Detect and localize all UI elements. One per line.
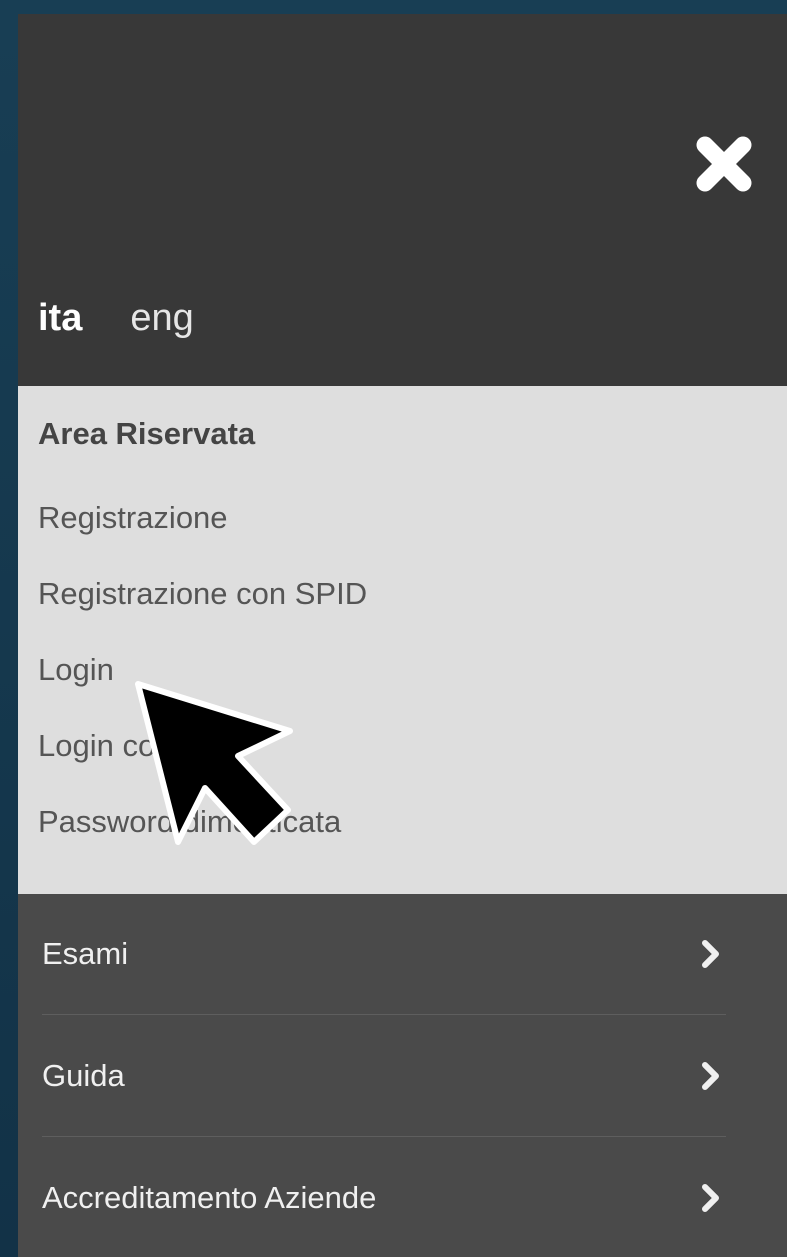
nav-item-accreditamento-aziende[interactable]: Accreditamento Aziende xyxy=(42,1138,726,1257)
chevron-right-icon xyxy=(700,938,722,970)
nav-item-esami[interactable]: Esami xyxy=(42,894,726,1014)
spid-login-link[interactable]: Login con SPID xyxy=(38,728,253,764)
menu-header: ita eng xyxy=(18,14,787,386)
nav-item-guida[interactable]: Guida xyxy=(42,1016,726,1136)
nav-item-label: Esami xyxy=(42,936,129,971)
close-icon xyxy=(696,136,752,192)
reserved-area-section: Area Riservata Registrazione Registrazio… xyxy=(18,386,787,894)
language-eng-link[interactable]: eng xyxy=(130,294,193,342)
registration-link[interactable]: Registrazione xyxy=(38,500,228,536)
login-link[interactable]: Login xyxy=(38,652,114,688)
mobile-menu-panel: ita eng Area Riservata Registrazione Reg… xyxy=(18,14,787,1257)
reserved-area-title: Area Riservata xyxy=(38,416,256,451)
forgot-password-link[interactable]: Password dimenticata xyxy=(38,804,341,840)
close-button[interactable] xyxy=(692,132,756,196)
language-ita-link[interactable]: ita xyxy=(38,294,82,342)
nav-divider xyxy=(42,1014,726,1015)
nav-item-label: Accreditamento Aziende xyxy=(42,1180,377,1215)
chevron-right-icon xyxy=(700,1060,722,1092)
nav-divider xyxy=(42,1136,726,1137)
chevron-right-icon xyxy=(700,1182,722,1214)
main-navigation: Esami Guida Accreditamento Aziende xyxy=(18,894,787,1257)
language-switcher: ita eng xyxy=(38,294,194,342)
spid-registration-link[interactable]: Registrazione con SPID xyxy=(38,576,367,612)
nav-item-label: Guida xyxy=(42,1058,125,1093)
